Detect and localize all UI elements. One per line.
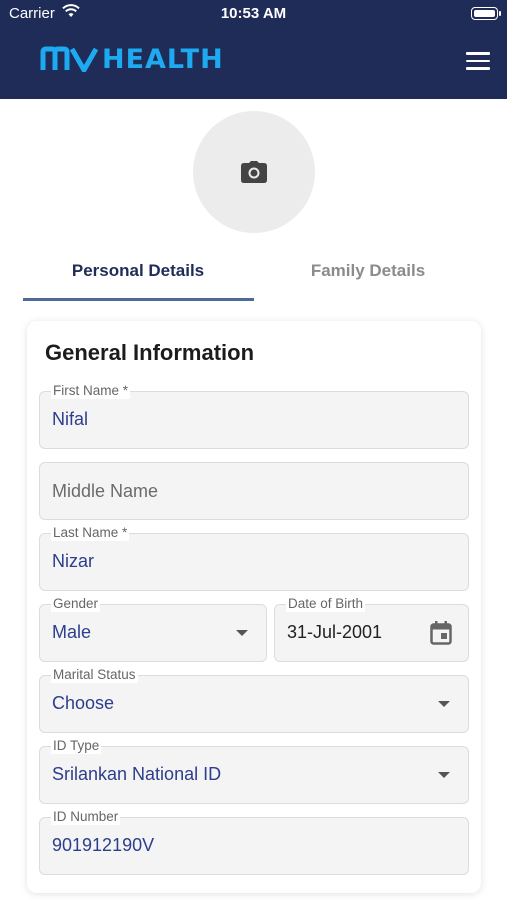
logo-text: HEALTH — [102, 43, 224, 75]
chevron-down-icon — [438, 772, 450, 778]
camera-icon — [241, 161, 267, 183]
date-of-birth-value: 31-Jul-2001 — [287, 622, 383, 642]
my-logo-mark-icon — [40, 46, 98, 72]
last-name-value: Nizar — [52, 551, 95, 571]
active-tab-indicator — [23, 298, 254, 301]
app-logo: HEALTH — [40, 43, 224, 75]
gender-value: Male — [52, 622, 92, 642]
date-of-birth-label: Date of Birth — [286, 596, 366, 612]
general-information-card: General Information First Name * Nifal M… — [27, 321, 481, 893]
middle-name-placeholder: Middle Name — [52, 481, 159, 501]
marital-status-select[interactable]: Marital Status Choose — [39, 667, 469, 733]
gender-label: Gender — [51, 596, 101, 612]
id-number-field[interactable]: ID Number 901912190V — [39, 809, 469, 875]
id-number-value: 901912190V — [52, 835, 155, 855]
card-title: General Information — [45, 340, 255, 365]
date-of-birth-field[interactable]: Date of Birth 31-Jul-2001 — [274, 596, 469, 662]
tab-family-details[interactable]: Family Details — [253, 252, 483, 292]
id-type-select[interactable]: ID Type Srilankan National ID — [39, 738, 469, 804]
battery-icon — [471, 7, 501, 20]
last-name-field[interactable]: Last Name * Nizar — [39, 525, 469, 591]
tab-personal-details[interactable]: Personal Details — [23, 252, 253, 292]
id-type-value: Srilankan National ID — [52, 764, 222, 784]
id-number-label: ID Number — [51, 809, 121, 825]
app-bar: HEALTH — [0, 28, 507, 99]
calendar-icon[interactable] — [430, 621, 452, 650]
menu-icon[interactable] — [466, 52, 490, 70]
status-bar: Carrier 10:53 AM — [0, 0, 507, 28]
profile-tabs: Personal Details Family Details — [23, 252, 484, 302]
last-name-label: Last Name * — [51, 525, 130, 541]
profile-photo-button[interactable] — [193, 111, 315, 233]
chevron-down-icon — [236, 630, 248, 636]
chevron-down-icon — [438, 701, 450, 707]
first-name-label: First Name * — [51, 383, 131, 399]
clock: 10:53 AM — [220, 5, 287, 22]
first-name-field[interactable]: First Name * Nifal — [39, 383, 469, 449]
marital-status-label: Marital Status — [51, 667, 138, 683]
gender-select[interactable]: Gender Male — [39, 596, 267, 662]
marital-status-value: Choose — [52, 693, 115, 713]
first-name-value: Nifal — [52, 409, 89, 429]
middle-name-field[interactable]: Middle Name — [39, 462, 469, 520]
id-type-label: ID Type — [51, 738, 102, 754]
